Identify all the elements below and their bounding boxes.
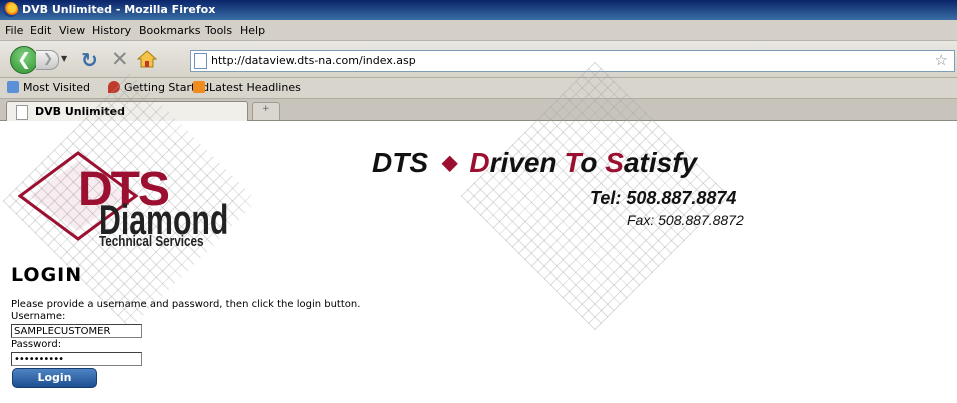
password-label: Password: [11,339,62,350]
username-label: Username: [11,311,66,322]
login-heading: LOGIN [11,264,83,286]
history-dropdown-icon[interactable]: ▼ [61,54,67,63]
logo-technical-services-text: Technical Services [99,233,204,250]
forward-button[interactable]: ❯ [36,50,59,70]
back-button[interactable]: ❮ [10,46,38,74]
menu-tools[interactable]: Tools [205,24,232,37]
plus-icon: + [262,104,270,114]
tagline: DTS ◆ Driven To Satisfy [372,147,697,179]
address-bar[interactable]: http://dataview.dts-na.com/index.asp ☆ [190,50,955,72]
window-title-bar: DVB Unlimited - Mozilla Firefox [0,0,957,20]
page-icon [194,53,207,69]
url-text[interactable]: http://dataview.dts-na.com/index.asp [211,54,416,67]
navigation-toolbar: ❮ ❯ ▼ ↻ ✕ http://dataview.dts-na.com/ind… [0,41,957,78]
login-instructions: Please provide a username and password, … [11,299,361,310]
menu-bar: File Edit View History Bookmarks Tools H… [0,20,957,41]
forward-arrow-icon: ❯ [43,51,54,65]
new-tab-button[interactable]: + [252,102,280,120]
menu-bookmarks[interactable]: Bookmarks [139,24,200,37]
stop-icon[interactable]: ✕ [111,47,129,71]
bookmark-label: Latest Headlines [209,81,301,94]
red-diamond-icon: ◆ [442,152,458,174]
menu-file[interactable]: File [5,24,23,37]
tagline-dts: DTS [372,147,428,178]
tagline-word: riven [489,147,565,178]
menu-view[interactable]: View [59,24,85,37]
fax-number: Fax: 508.887.8872 [627,212,744,228]
rss-feed-icon [193,81,205,93]
menu-help[interactable]: Help [240,24,265,37]
tagline-letter: D [469,147,490,178]
bookmark-latest-headlines[interactable]: Latest Headlines [193,81,301,94]
document-icon [16,105,28,120]
username-field[interactable]: SAMPLECUSTOMER [11,324,142,338]
page-content: DTS Diamond Technical Services DTS ◆ Drive… [0,61,957,403]
tagline-letter: T [564,147,581,178]
firefox-icon [3,2,18,17]
login-button[interactable]: Login [12,368,97,388]
bookmark-label: Most Visited [23,81,90,94]
tagline-word: atisfy [623,147,698,178]
most-visited-icon [7,81,19,93]
window-title: DVB Unlimited - Mozilla Firefox [22,3,216,16]
menu-edit[interactable]: Edit [30,24,51,37]
reload-icon[interactable]: ↻ [81,48,98,72]
tagline-word: o [580,147,606,178]
telephone-number: Tel: 508.887.8874 [590,188,737,208]
password-field[interactable]: •••••••••• [11,352,142,366]
tagline-letter: S [605,147,624,178]
back-arrow-icon: ❮ [17,50,32,70]
menu-history[interactable]: History [92,24,131,37]
home-icon[interactable] [137,49,157,69]
bookmark-most-visited[interactable]: Most Visited [7,81,90,94]
bookmark-star-icon[interactable]: ☆ [935,51,948,69]
